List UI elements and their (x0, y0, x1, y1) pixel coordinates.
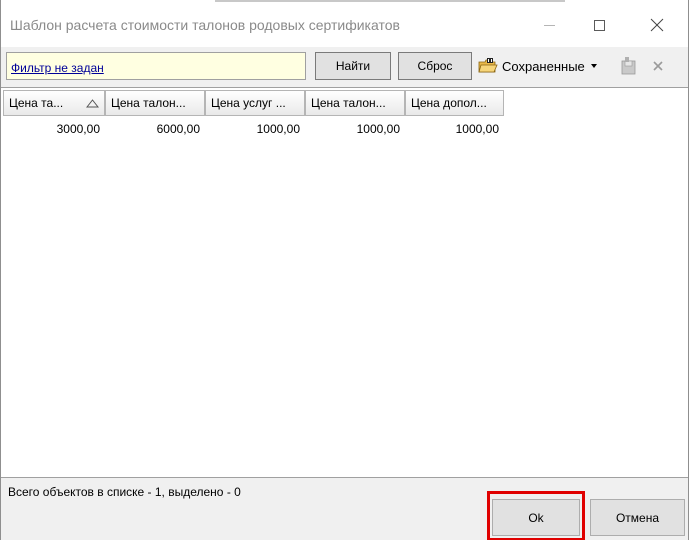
saved-filters-dropdown[interactable]: Сохраненные (478, 55, 597, 77)
column-header-label: Цена талон... (311, 96, 386, 110)
table-cell: 1000,00 (356, 122, 400, 136)
column-header-label: Цена услуг ... (211, 96, 286, 110)
title-bar: Шаблон расчета стоимости талонов родовых… (1, 3, 688, 47)
reset-button[interactable]: Сброс (398, 52, 472, 80)
column-header[interactable]: Цена та... (3, 90, 105, 116)
maximize-icon (593, 19, 605, 31)
chevron-down-icon (590, 64, 597, 68)
saved-filters-label: Сохраненные (502, 58, 585, 74)
save-icon[interactable] (619, 57, 639, 75)
table-cell: 1000,00 (455, 122, 499, 136)
column-header[interactable]: Цена услуг ... (205, 90, 305, 116)
ok-button[interactable]: Ok (492, 499, 580, 536)
filter-box[interactable]: Фильтр не задан (6, 52, 306, 80)
cancel-button[interactable]: Отмена (590, 499, 685, 536)
data-grid[interactable]: Цена та... Цена талон... Цена услуг ... … (1, 87, 688, 478)
maximize-button[interactable] (576, 3, 622, 47)
window-title: Шаблон расчета стоимости талонов родовых… (10, 17, 400, 33)
minimize-button[interactable] (526, 3, 572, 47)
remove-icon[interactable] (649, 57, 669, 75)
column-header[interactable]: Цена талон... (305, 90, 405, 116)
column-header-label: Цена та... (9, 96, 64, 110)
column-header-label: Цена талон... (111, 96, 186, 110)
close-icon (650, 18, 664, 32)
dialog-window: Шаблон расчета стоимости талонов родовых… (0, 0, 689, 540)
column-header[interactable]: Цена допол... (405, 90, 504, 116)
close-button[interactable] (634, 3, 680, 47)
top-strip-shade (215, 0, 565, 2)
status-text: Всего объектов в списке - 1, выделено - … (8, 485, 241, 499)
table-cell: 1000,00 (256, 122, 300, 136)
folder-icon (478, 58, 498, 73)
filter-link[interactable]: Фильтр не задан (11, 61, 104, 75)
table-cell: 3000,00 (56, 122, 100, 136)
sort-ascending-icon (86, 99, 99, 108)
column-header[interactable]: Цена талон... (105, 90, 205, 116)
minimize-icon (543, 24, 555, 26)
column-header-label: Цена допол... (411, 96, 487, 110)
toolbar: Фильтр не задан Найти Сброс Сохраненные (1, 47, 688, 87)
table-cell: 6000,00 (156, 122, 200, 136)
find-button[interactable]: Найти (315, 52, 391, 80)
